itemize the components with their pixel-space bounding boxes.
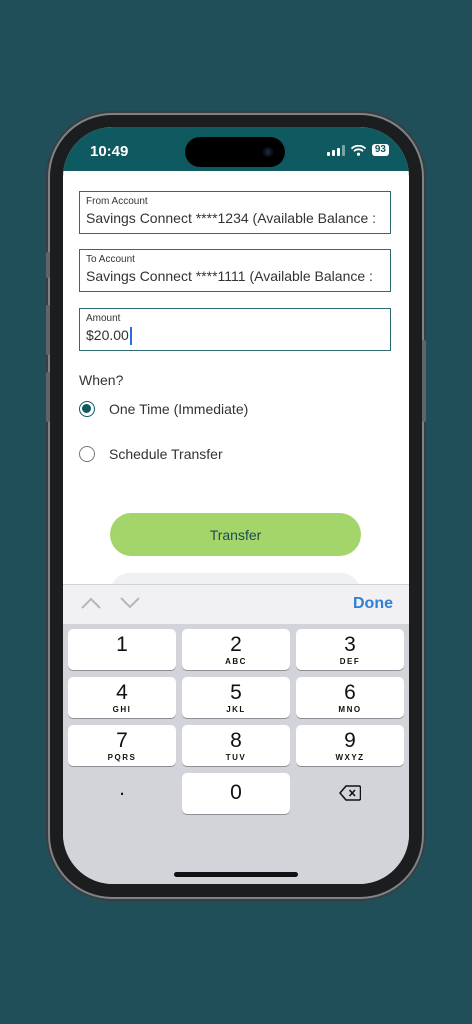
dynamic-island xyxy=(185,137,285,167)
key-digit: 1 xyxy=(116,633,128,656)
key-2[interactable]: 2 ABC xyxy=(182,629,290,670)
to-account-label: To Account xyxy=(86,254,135,265)
screen: 10:49 93 From Account Savings Connect **… xyxy=(63,127,409,884)
key-9[interactable]: 9 WXYZ xyxy=(296,725,404,766)
power-button xyxy=(422,340,426,422)
transfer-button[interactable]: Transfer xyxy=(110,513,361,556)
volume-up-button xyxy=(46,305,50,355)
key-8[interactable]: 8 TUV xyxy=(182,725,290,766)
amount-field[interactable]: Amount $20.00 xyxy=(79,308,391,351)
key-digit: 7 xyxy=(116,729,128,752)
from-account-label: From Account xyxy=(86,196,148,207)
volume-down-button xyxy=(46,372,50,422)
amount-label: Amount xyxy=(86,313,121,324)
key-decimal[interactable]: . xyxy=(68,773,176,814)
key-digit: 2 xyxy=(230,633,242,656)
status-icons: 93 xyxy=(326,144,389,156)
keyboard-accessory-bar: Done xyxy=(63,584,409,625)
key-letters: JKL xyxy=(226,705,246,714)
radio-one-time-label: One Time (Immediate) xyxy=(109,401,249,417)
to-account-value: Savings Connect ****1111 (Available Bala… xyxy=(86,268,373,284)
key-0[interactable]: 0 xyxy=(182,773,290,814)
key-1[interactable]: 1 xyxy=(68,629,176,670)
chevron-down-icon[interactable] xyxy=(120,597,140,609)
backspace-key[interactable] xyxy=(296,773,404,814)
to-account-select[interactable]: To Account Savings Connect ****1111 (Ava… xyxy=(79,249,391,292)
action-button xyxy=(46,252,50,278)
key-letters: MNO xyxy=(338,705,362,714)
cellular-signal-icon xyxy=(326,144,345,156)
status-time: 10:49 xyxy=(90,143,129,160)
key-letters: GHI xyxy=(112,705,132,714)
key-digit: 9 xyxy=(344,729,356,752)
key-digit: 6 xyxy=(344,681,356,704)
radio-selected-icon xyxy=(79,401,95,417)
from-account-select[interactable]: From Account Savings Connect ****1234 (A… xyxy=(79,191,391,234)
key-3[interactable]: 3 DEF xyxy=(296,629,404,670)
key-7[interactable]: 7 PQRS xyxy=(68,725,176,766)
front-camera xyxy=(263,147,273,157)
radio-one-time[interactable]: One Time (Immediate) xyxy=(79,401,248,417)
key-letters: TUV xyxy=(225,753,247,762)
key-4[interactable]: 4 GHI xyxy=(68,677,176,718)
key-digit: 3 xyxy=(344,633,356,656)
key-5[interactable]: 5 JKL xyxy=(182,677,290,718)
radio-unselected-icon xyxy=(79,446,95,462)
text-cursor xyxy=(129,327,132,346)
key-letters: WXYZ xyxy=(335,753,365,762)
chevron-up-icon[interactable] xyxy=(81,597,101,609)
battery-indicator: 93 xyxy=(371,144,389,156)
radio-schedule-transfer-label: Schedule Transfer xyxy=(109,446,223,462)
numeric-keypad: 1 2 ABC 3 DEF 4 GHI 5 JKL 6 MNO 7 PQRS 8 TUV 9W… xyxy=(63,624,409,884)
status-bar: 10:49 93 xyxy=(63,127,409,171)
wifi-icon xyxy=(350,144,366,156)
radio-schedule-transfer[interactable]: Schedule Transfer xyxy=(79,446,223,462)
key-digit: 8 xyxy=(230,729,242,752)
key-letters: ABC xyxy=(225,657,247,666)
backspace-icon xyxy=(339,785,362,801)
home-indicator xyxy=(174,872,298,877)
done-button[interactable]: Done xyxy=(353,595,393,613)
from-account-value: Savings Connect ****1234 (Available Bala… xyxy=(86,210,377,226)
key-6[interactable]: 6 MNO xyxy=(296,677,404,718)
key-digit: 4 xyxy=(116,681,128,704)
amount-value: $20.00 xyxy=(86,327,129,343)
when-label: When? xyxy=(79,372,124,388)
key-letters: PQRS xyxy=(107,753,137,762)
key-digit: 5 xyxy=(230,681,242,704)
key-letters: DEF xyxy=(339,657,361,666)
key-digit: 0 xyxy=(230,781,242,804)
key-digit: . xyxy=(119,777,125,800)
